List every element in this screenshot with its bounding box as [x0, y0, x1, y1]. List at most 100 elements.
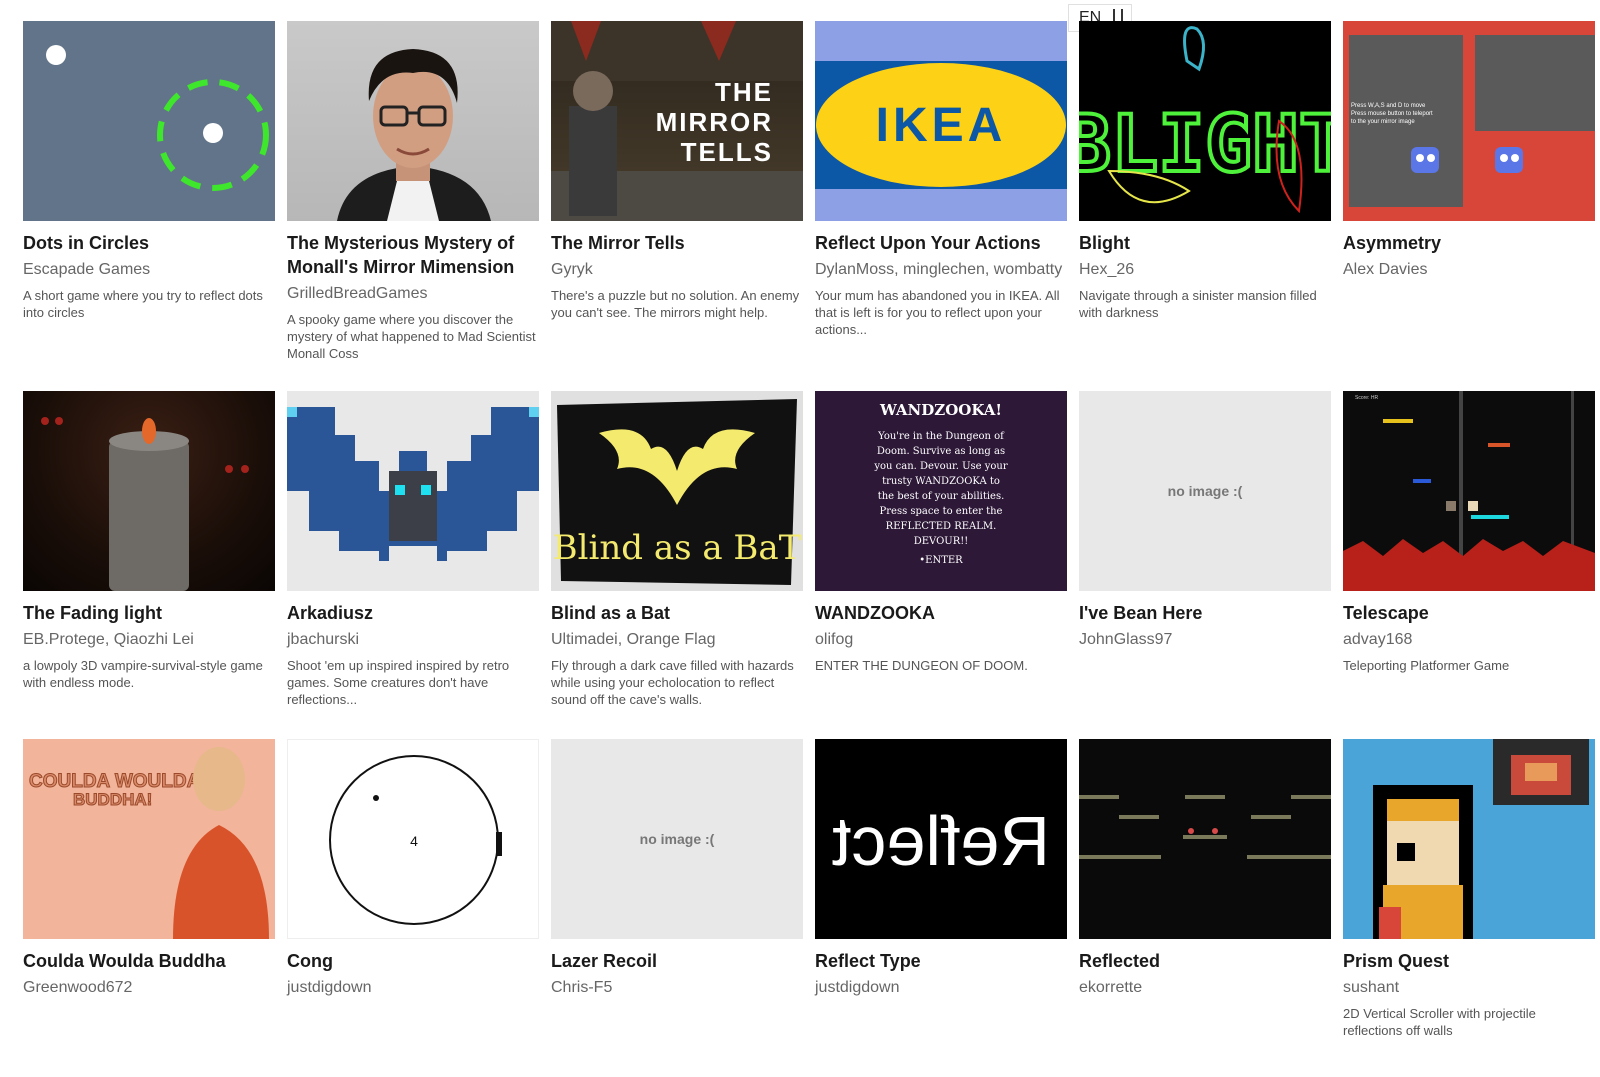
game-title[interactable]: Reflect Upon Your Actions	[815, 231, 1067, 255]
no-image-placeholder: no image :(	[1167, 483, 1243, 499]
game-card[interactable]: Reflect Reflect Type justdigdown	[815, 739, 1067, 1005]
game-thumbnail[interactable]	[287, 21, 539, 221]
game-author[interactable]: Gyryk	[551, 259, 803, 281]
prism-quest-thumbnail-art	[1373, 739, 1589, 939]
game-thumbnail[interactable]	[287, 391, 539, 591]
game-title[interactable]: WANDZOOKA	[815, 601, 1067, 625]
game-title[interactable]: Dots in Circles	[23, 231, 275, 255]
game-author[interactable]: Orange Flag	[627, 631, 716, 648]
game-card[interactable]: Press W,A,S and D to move Press mouse bu…	[1343, 21, 1595, 287]
game-description: ENTER THE DUNGEON OF DOOM.	[815, 658, 1028, 673]
game-author[interactable]: GrilledBreadGames	[287, 283, 539, 305]
svg-text:4: 4	[410, 833, 418, 849]
game-author[interactable]: wombatty	[994, 261, 1062, 278]
game-author[interactable]: Qiaozhi Lei	[114, 631, 194, 648]
game-thumbnail[interactable]	[1079, 739, 1331, 939]
game-author[interactable]: EB.Protege	[23, 631, 105, 648]
game-card[interactable]: Prism Quest sushant 2D Vertical Scroller…	[1343, 739, 1595, 1039]
game-title[interactable]: I've Bean Here	[1079, 601, 1331, 625]
game-thumbnail[interactable]: IKEA	[815, 21, 1067, 221]
svg-text:THE: THE	[715, 77, 773, 107]
game-card[interactable]: Reflected ekorrette	[1079, 739, 1331, 1005]
game-card[interactable]: no image :( Lazer Recoil Chris-F5	[551, 739, 803, 1005]
game-description: Fly through a dark cave filled with haza…	[551, 658, 794, 707]
game-card[interactable]: The Mysterious Mystery of Monall's Mirro…	[287, 21, 539, 362]
game-author[interactable]: JohnGlass97	[1079, 629, 1331, 651]
game-thumbnail[interactable]: WANDZOOKA! You're in the Dungeon of Doom…	[815, 391, 1067, 591]
game-title[interactable]: The Fading light	[23, 601, 275, 625]
game-title[interactable]: Prism Quest	[1343, 949, 1595, 973]
mirror-tells-thumbnail-art: THE MIRROR TELLS	[551, 21, 803, 221]
game-thumbnail[interactable]: THE MIRROR TELLS	[551, 21, 803, 221]
game-author[interactable]: Ultimadei	[551, 631, 618, 648]
game-card[interactable]: IKEA Reflect Upon Your Actions DylanMoss…	[815, 21, 1067, 338]
svg-text:BUDDHA!: BUDDHA!	[73, 790, 152, 809]
game-title[interactable]: Reflected	[1079, 949, 1331, 973]
blight-thumbnail-art: BLIGHT	[1079, 26, 1331, 214]
game-title[interactable]: The Mysterious Mystery of Monall's Mirro…	[287, 231, 539, 279]
game-title[interactable]: Arkadiusz	[287, 601, 539, 625]
game-author[interactable]: sushant	[1343, 977, 1595, 999]
game-author[interactable]: Escapade Games	[23, 259, 275, 281]
game-description: a lowpoly 3D vampire-survival-style game…	[23, 658, 263, 690]
game-thumbnail[interactable]	[23, 21, 275, 221]
game-card[interactable]: WANDZOOKA! You're in the Dungeon of Doom…	[815, 391, 1067, 674]
game-thumbnail[interactable]: Press W,A,S and D to move Press mouse bu…	[1343, 21, 1595, 221]
game-card[interactable]: BLIGHT Blight Hex_26 Navigate through a …	[1079, 21, 1331, 321]
svg-text:Press mouse button to teleport: Press mouse button to teleport	[1351, 111, 1433, 117]
game-card[interactable]: THE MIRROR TELLS The Mirror Tells Gyryk …	[551, 21, 803, 321]
game-card[interactable]: COULDA WOULDA BUDDHA! Coulda Woulda Budd…	[23, 739, 275, 1005]
game-description: Teleporting Platformer Game	[1343, 658, 1510, 673]
blind-bat-thumbnail-art: Blind as a BaT	[553, 399, 802, 585]
game-title[interactable]: Cong	[287, 949, 539, 973]
game-card[interactable]: Arkadiusz jbachurski Shoot 'em up inspir…	[287, 391, 539, 708]
game-thumbnail[interactable]: no image :(	[1079, 391, 1331, 591]
game-thumbnail[interactable]: Reflect	[815, 739, 1067, 939]
game-author[interactable]: jbachurski	[287, 629, 539, 651]
svg-text:WANDZOOKA!: WANDZOOKA!	[879, 401, 1002, 419]
game-thumbnail[interactable]	[1343, 739, 1595, 939]
game-title[interactable]: Reflect Type	[815, 949, 1067, 973]
game-title[interactable]: Coulda Woulda Buddha	[23, 949, 275, 973]
game-title[interactable]: Blind as a Bat	[551, 601, 803, 625]
game-author[interactable]: Alex Davies	[1343, 259, 1595, 281]
game-author[interactable]: ekorrette	[1079, 977, 1331, 999]
no-image-placeholder: no image :(	[639, 831, 715, 847]
game-author[interactable]: minglechen	[903, 261, 985, 278]
game-card[interactable]: no image :( I've Bean Here JohnGlass97	[1079, 391, 1331, 657]
game-thumbnail[interactable]: Blind as a BaT	[551, 391, 803, 591]
game-author[interactable]: advay168	[1343, 629, 1595, 651]
game-thumbnail[interactable]: Score: HR	[1343, 391, 1595, 591]
game-author[interactable]: olifog	[815, 629, 1067, 651]
cong-thumbnail-art: 4	[329, 755, 502, 925]
game-card[interactable]: Dots in Circles Escapade Games A short g…	[23, 21, 275, 321]
game-description: 2D Vertical Scroller with projectile ref…	[1343, 1006, 1536, 1038]
game-author[interactable]: Chris-F5	[551, 977, 803, 999]
game-author[interactable]: Hex_26	[1079, 259, 1331, 281]
game-card[interactable]: Blind as a BaT Blind as a Bat Ultimadei,…	[551, 391, 803, 708]
game-title[interactable]: Lazer Recoil	[551, 949, 803, 973]
game-thumbnail[interactable]	[23, 391, 275, 591]
game-title[interactable]: Asymmetry	[1343, 231, 1595, 255]
game-author[interactable]: Greenwood672	[23, 977, 275, 999]
game-description: A short game where you try to reflect do…	[23, 288, 263, 320]
game-thumbnail[interactable]: COULDA WOULDA BUDDHA!	[23, 739, 275, 939]
reflect-type-thumbnail-art: Reflect	[832, 802, 1050, 880]
svg-text:Press W,A,S and D to move: Press W,A,S and D to move	[1351, 103, 1426, 109]
game-card[interactable]: The Fading light EB.Protege, Qiaozhi Lei…	[23, 391, 275, 691]
game-thumbnail[interactable]: BLIGHT	[1079, 21, 1331, 221]
game-card[interactable]: Score: HR Telescape advay168 Teleporting…	[1343, 391, 1595, 674]
game-author[interactable]: DylanMoss	[815, 261, 894, 278]
game-thumbnail[interactable]: 4	[287, 739, 539, 939]
game-author[interactable]: justdigdown	[287, 977, 539, 999]
game-title[interactable]: Telescape	[1343, 601, 1595, 625]
game-description: Navigate through a sinister mansion fill…	[1079, 288, 1317, 320]
game-title[interactable]: The Mirror Tells	[551, 231, 803, 255]
svg-text:Blind as a BaT: Blind as a BaT	[553, 528, 802, 568]
game-author[interactable]: justdigdown	[815, 977, 1067, 999]
game-title[interactable]: Blight	[1079, 231, 1331, 255]
svg-text:Score: HR: Score: HR	[1355, 395, 1378, 401]
buddha-thumbnail-art: COULDA WOULDA BUDDHA!	[29, 747, 269, 939]
game-thumbnail[interactable]: no image :(	[551, 739, 803, 939]
game-card[interactable]: 4 Cong justdigdown	[287, 739, 539, 1005]
